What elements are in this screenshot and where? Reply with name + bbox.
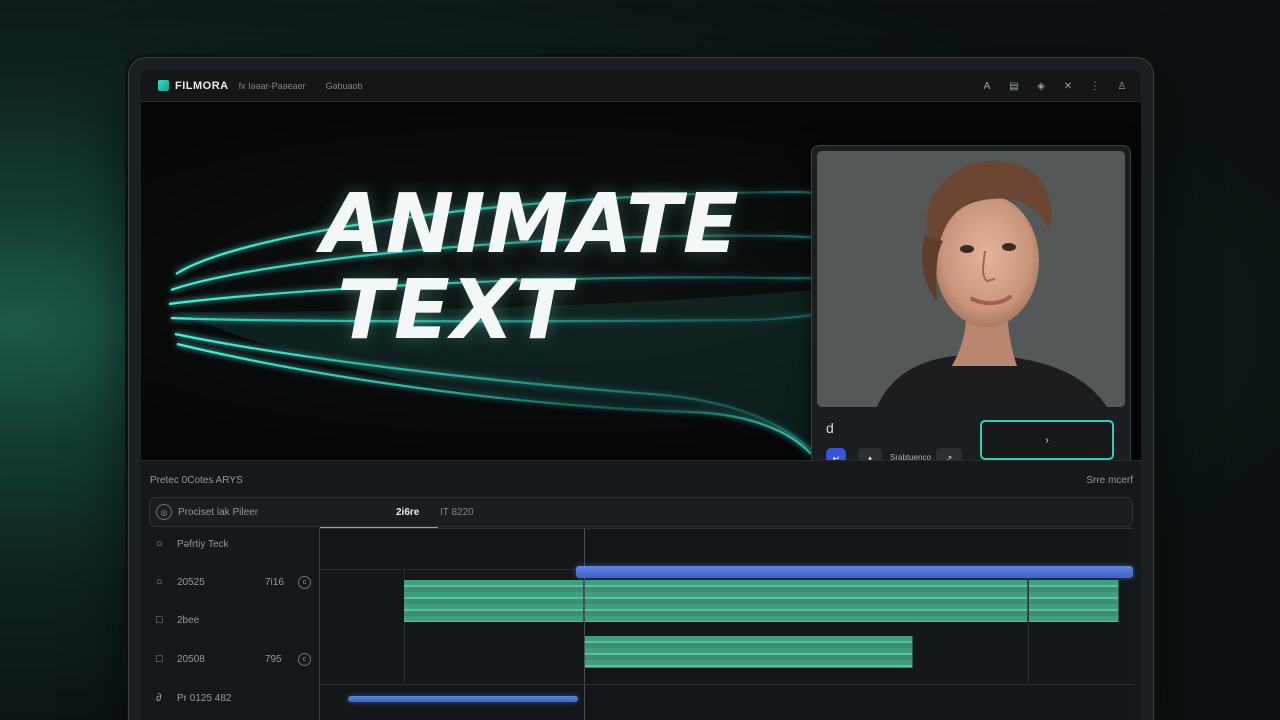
preview-canvas[interactable]: ANIMATE TEXT d ↩ ♦ Srabtuenco ↗ › <box>141 102 1141 481</box>
timeline-clip-green[interactable] <box>1029 580 1119 622</box>
track-row[interactable]: □ 2bee <box>149 611 321 631</box>
timeline-tracks-area[interactable] <box>319 528 1133 720</box>
track-icon: ○ <box>156 576 163 588</box>
track-name: Pr 0125 482 <box>177 693 232 704</box>
track-icon: ○ <box>156 538 163 550</box>
laptop-frame: FILMORA fx Iəəar-Paəeaer Gəbuaob A ▤ ◈ ✕… <box>128 57 1154 720</box>
shield-icon[interactable]: ◈ <box>1036 81 1046 92</box>
timeline-panel: Pretec 0Cotes ARYS Srre mcerf ◎ Prociset… <box>141 460 1141 720</box>
portrait-illustration <box>817 151 1125 407</box>
panel-right-text: Srre mcer <box>1086 475 1131 486</box>
track-icon: □ <box>156 614 163 626</box>
next-button[interactable]: › <box>980 420 1114 460</box>
track-row[interactable]: ∂ Pr 0125 482 <box>149 689 321 709</box>
portrait-viewer-card[interactable]: d ↩ ♦ Srabtuenco ↗ › <box>811 145 1131 481</box>
filmora-logo-icon <box>158 80 169 91</box>
search-icon: ◎ <box>156 504 172 520</box>
track-toggle-icon[interactable]: c <box>298 576 311 589</box>
track-icon: ∂ <box>156 692 162 704</box>
menu-item-second[interactable]: Gəbuaob <box>326 81 363 91</box>
timeline-clip-blue[interactable] <box>348 696 578 702</box>
portrait-image <box>817 151 1125 407</box>
track-name: 2bee <box>177 615 200 626</box>
brand-name: FILMORA <box>175 79 229 92</box>
timeline-clip-green[interactable] <box>585 636 913 668</box>
top-bar: FILMORA fx Iəəar-Paəeaer Gəbuaob A ▤ ◈ ✕… <box>141 70 1141 102</box>
track-row[interactable]: ○ 20525 7i16 c <box>149 573 321 593</box>
track-value: 795 <box>265 654 282 665</box>
track-name: Pəfrtiy Teck <box>177 539 229 550</box>
track-name: 20525 <box>177 577 205 588</box>
close-icon[interactable]: ✕ <box>1063 81 1073 92</box>
timeline-clip-green[interactable] <box>585 580 1028 622</box>
panel-title: Pretec 0Cotes ARYS <box>150 475 243 486</box>
track-divider <box>320 684 1133 685</box>
search-text: Prociset lak Pileer <box>178 507 259 518</box>
panel-right-accent: f <box>1130 475 1133 486</box>
time-current: 2i6re <box>396 507 420 518</box>
more-icon[interactable]: ⋮ <box>1090 81 1100 92</box>
app-window: FILMORA fx Iəəar-Paəeaer Gəbuaob A ▤ ◈ ✕… <box>141 70 1141 720</box>
menu-item-effects[interactable]: fx Iəəar-Paəeaer <box>239 81 306 91</box>
timeline-search-row[interactable]: ◎ Prociset lak Pileer 2i6re IT 8220 <box>149 497 1133 527</box>
track-name: 20508 <box>177 654 205 665</box>
panel-right-label[interactable]: Srre mcerf <box>1086 475 1133 486</box>
viewer-glyph: d <box>826 420 834 436</box>
track-row[interactable]: □ 20508 795 c <box>149 650 321 670</box>
track-icon: □ <box>156 653 163 665</box>
user-icon[interactable]: ♙ <box>1117 81 1127 92</box>
track-row[interactable]: ○ Pəfrtiy Teck <box>149 535 321 555</box>
timeline-clip-blue[interactable] <box>576 566 1133 578</box>
track-value: 7i16 <box>265 577 284 588</box>
text-icon[interactable]: A <box>982 81 992 92</box>
layout-icon[interactable]: ▤ <box>1009 81 1019 92</box>
playhead-line[interactable] <box>584 529 585 720</box>
track-toggle-icon[interactable]: c <box>298 653 311 666</box>
timeline-clip-green[interactable] <box>404 580 584 622</box>
top-icons: A ▤ ◈ ✕ ⋮ ♙ <box>982 70 1127 102</box>
time-total: IT 8220 <box>440 507 474 518</box>
